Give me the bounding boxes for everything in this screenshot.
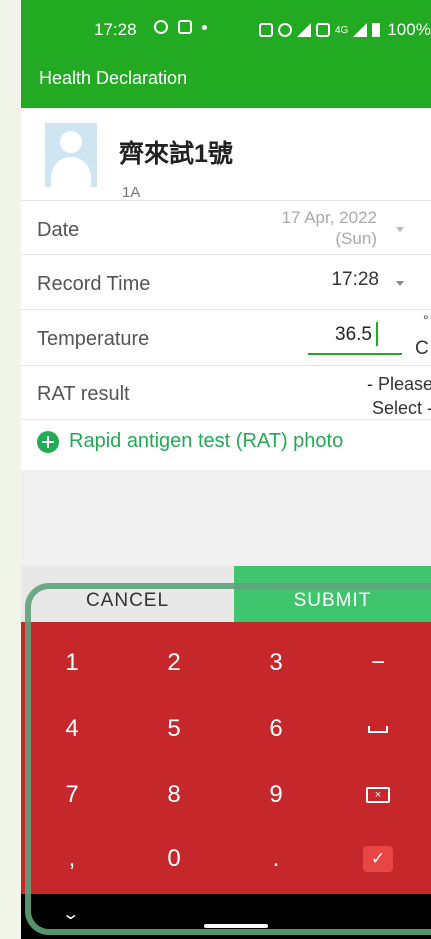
avatar-body-icon xyxy=(51,157,91,187)
key-dot[interactable]: . xyxy=(225,828,327,890)
key-9[interactable]: 9 xyxy=(225,764,327,826)
facebook-icon xyxy=(154,20,168,34)
add-circle-icon xyxy=(37,430,59,453)
space-icon xyxy=(368,725,388,733)
temperature-row: Temperature 36.5 ° C xyxy=(21,309,431,366)
date-dropdown-icon[interactable] xyxy=(396,227,404,232)
lte-icon xyxy=(316,23,330,37)
record-time-value[interactable]: 17:28 xyxy=(331,269,379,291)
cancel-button-label: CANCEL xyxy=(85,590,170,611)
avatar xyxy=(45,123,97,187)
date-row[interactable]: Date 17 Apr, 2022 (Sun) xyxy=(21,200,431,255)
key-space[interactable] xyxy=(327,698,429,760)
avatar-head-icon xyxy=(60,131,82,153)
backspace-icon: × xyxy=(366,787,390,803)
key-5[interactable]: 5 xyxy=(123,698,225,760)
student-class: 1A xyxy=(122,184,141,201)
key-minus[interactable]: − xyxy=(327,632,429,694)
battery-percent: 100% xyxy=(387,20,431,39)
student-profile: 齊來試1號 1A xyxy=(21,108,431,201)
text-cursor xyxy=(376,322,378,346)
mute-icon xyxy=(278,23,292,37)
notification-icons xyxy=(154,20,207,34)
rat-select-line2: Select - xyxy=(371,398,431,418)
app-bar: Health Declaration xyxy=(21,56,431,108)
hide-keyboard-icon[interactable]: ⌄ xyxy=(61,904,80,924)
key-backspace[interactable]: × xyxy=(327,764,429,826)
page-title: Health Declaration xyxy=(39,68,188,88)
celsius-unit: C xyxy=(415,338,429,359)
key-3[interactable]: 3 xyxy=(225,632,327,694)
key-done[interactable]: ✓ xyxy=(327,828,429,890)
checkmark-icon: ✓ xyxy=(363,846,393,872)
more-dot-icon xyxy=(202,24,207,30)
key-4[interactable]: 4 xyxy=(21,698,123,760)
nfc-icon xyxy=(259,23,273,37)
key-8[interactable]: 8 xyxy=(123,764,225,826)
submit-button-label: SUBMIT xyxy=(293,590,372,611)
date-value[interactable]: 17 Apr, 2022 (Sun) xyxy=(237,207,377,249)
key-2[interactable]: 2 xyxy=(123,632,225,694)
numeric-keyboard: 1 2 3 − 4 5 6 7 8 9 × , 0 . ✓ xyxy=(21,622,431,894)
temperature-label: Temperature xyxy=(37,328,150,350)
home-gesture-pill[interactable] xyxy=(204,924,268,928)
system-nav-bar: ⌄ xyxy=(21,894,431,939)
rat-result-label: RAT result xyxy=(37,383,130,405)
status-bar: 17:28 4G 100% xyxy=(21,0,431,56)
date-value-line2: (Sun) xyxy=(335,229,377,248)
status-time: 17:28 xyxy=(94,20,137,39)
rat-select-line1: - Please xyxy=(366,374,431,394)
key-comma[interactable]: , xyxy=(21,828,123,890)
temperature-input[interactable]: 36.5 xyxy=(335,324,372,346)
record-time-label: Record Time xyxy=(37,273,151,295)
temperature-input-underline xyxy=(308,353,402,355)
system-icons: 4G 100% xyxy=(259,20,431,40)
rat-photo-label: Rapid antigen test (RAT) photo xyxy=(69,430,344,452)
key-1[interactable]: 1 xyxy=(21,632,123,694)
key-7[interactable]: 7 xyxy=(21,764,123,826)
key-6[interactable]: 6 xyxy=(225,698,327,760)
record-time-row[interactable]: Record Time 17:28 xyxy=(21,254,431,310)
network-type: 4G xyxy=(335,24,349,36)
empty-area xyxy=(21,470,431,566)
cell-signal-icon xyxy=(353,23,368,37)
battery-icon xyxy=(372,23,381,37)
rat-photo-link[interactable]: Rapid antigen test (RAT) photo xyxy=(37,430,343,453)
cancel-button[interactable]: CANCEL xyxy=(21,566,234,622)
key-0[interactable]: 0 xyxy=(123,828,225,890)
gallery-icon xyxy=(178,20,192,34)
date-value-line1: 17 Apr, 2022 xyxy=(281,208,377,227)
record-time-dropdown-icon[interactable] xyxy=(396,281,404,286)
rat-result-row[interactable]: RAT result - Please Select - xyxy=(21,365,431,420)
rat-result-select[interactable]: - Please Select - xyxy=(367,372,431,420)
student-name: 齊來試1號 xyxy=(119,140,233,168)
wifi-signal-icon xyxy=(297,23,311,37)
phone-screen: 17:28 4G 100% Health Declaration 齊來試1號 1… xyxy=(21,0,431,939)
date-label: Date xyxy=(37,219,80,241)
submit-button[interactable]: SUBMIT xyxy=(234,566,431,622)
degree-symbol: ° xyxy=(423,312,429,328)
